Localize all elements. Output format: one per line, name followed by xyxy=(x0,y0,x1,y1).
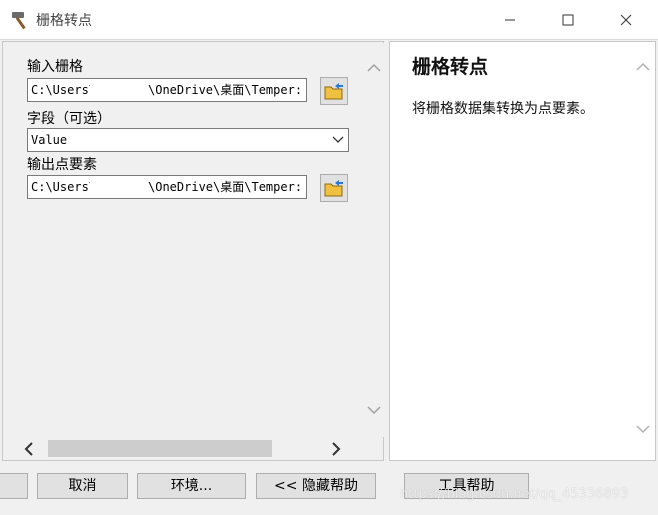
environments-button[interactable]: 环境... xyxy=(137,473,246,499)
scroll-down-icon[interactable] xyxy=(636,424,650,434)
browse-output-button[interactable] xyxy=(320,174,348,202)
cancel-button[interactable]: 取消 xyxy=(37,473,128,499)
horizontal-scroll-thumb[interactable] xyxy=(48,440,272,457)
browse-input-button[interactable] xyxy=(320,77,348,105)
maximize-icon xyxy=(562,14,574,26)
open-folder-icon xyxy=(324,180,343,197)
help-description: 将栅格数据集转换为点要素。 xyxy=(412,101,594,117)
scroll-up-icon[interactable] xyxy=(636,62,650,72)
window-title: 栅格转点 xyxy=(36,13,92,29)
scroll-down-icon[interactable] xyxy=(367,405,381,415)
chevron-down-icon xyxy=(332,136,344,143)
maximize-button[interactable] xyxy=(545,0,591,40)
ok-button[interactable] xyxy=(0,473,28,499)
output-points-label: 输出点要素 xyxy=(27,157,97,173)
parameters-horizontal-scrollbar[interactable] xyxy=(4,438,363,460)
parameters-pane: 输入栅格 C:\Users\ \OneDrive\桌面\Temper: 字段（可… xyxy=(2,41,384,461)
open-folder-icon xyxy=(324,83,343,100)
help-pane: 栅格转点 将栅格数据集转换为点要素。 xyxy=(389,41,656,461)
close-button[interactable] xyxy=(603,0,649,40)
input-raster-field[interactable]: C:\Users\ \OneDrive\桌面\Temper: xyxy=(27,78,307,102)
scroll-up-icon[interactable] xyxy=(367,63,381,73)
scroll-right-icon[interactable] xyxy=(331,442,341,456)
minimize-button[interactable] xyxy=(487,0,533,40)
hammer-icon xyxy=(12,12,26,30)
field-label: 字段（可选） xyxy=(27,111,111,127)
output-points-field[interactable]: C:\Users\ \OneDrive\桌面\Temper: xyxy=(27,175,307,199)
minimize-icon xyxy=(505,19,515,21)
parameters-vertical-scrollbar[interactable] xyxy=(363,43,384,437)
help-title: 栅格转点 xyxy=(412,56,489,78)
close-icon xyxy=(620,14,632,26)
field-select[interactable]: Value xyxy=(27,128,349,152)
scroll-left-icon[interactable] xyxy=(24,442,34,456)
hide-help-button[interactable]: << 隐藏帮助 xyxy=(256,473,376,499)
input-raster-label: 输入栅格 xyxy=(27,59,83,75)
watermark: https://blog.csdn.net/qq_45336893 xyxy=(400,487,629,502)
title-bar: 栅格转点 xyxy=(0,0,658,40)
